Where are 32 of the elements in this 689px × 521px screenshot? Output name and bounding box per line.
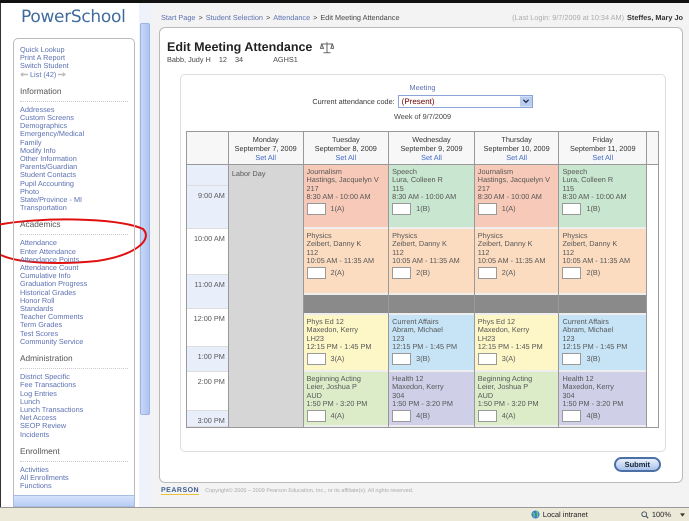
attendance-code-select[interactable]: (Present) [398,95,533,108]
page-title: Edit Meeting Attendance [167,40,312,54]
dropdown-icon[interactable] [520,96,532,107]
zoom-icon[interactable] [640,510,649,519]
section-heading: Enrollment [20,446,128,462]
scales-icon[interactable] [320,40,334,54]
caret-icon[interactable] [680,512,685,517]
section-heading: Academics [20,219,128,236]
attendance-input[interactable] [562,410,582,422]
attendance-input[interactable] [306,353,326,366]
attendance-input[interactable] [306,410,326,422]
attendance-input[interactable] [392,267,412,280]
attendance-input[interactable] [478,203,497,216]
vertical-scrollbar[interactable] [139,3,151,508]
attendance-input[interactable] [306,203,326,216]
powerschool-logo[interactable]: PowerSchool [1,3,140,31]
section-heading: Information [20,86,128,102]
attendance-input[interactable] [392,353,412,366]
attendance-input[interactable] [306,267,326,280]
section-heading: Administration [20,353,128,370]
attendance-input[interactable] [478,267,497,280]
attendance-input[interactable] [562,267,582,280]
attendance-input[interactable] [478,353,497,366]
attendance-input[interactable] [392,203,412,216]
globe-icon [530,510,540,520]
left-arrow-icon[interactable] [20,72,28,78]
horizontal-scrollbar[interactable] [13,495,136,508]
attendance-input[interactable] [392,410,412,422]
attendance-input[interactable] [562,203,582,216]
attendance-input[interactable] [478,410,497,422]
attendance-input[interactable] [562,353,582,366]
right-arrow-icon[interactable] [58,72,66,78]
